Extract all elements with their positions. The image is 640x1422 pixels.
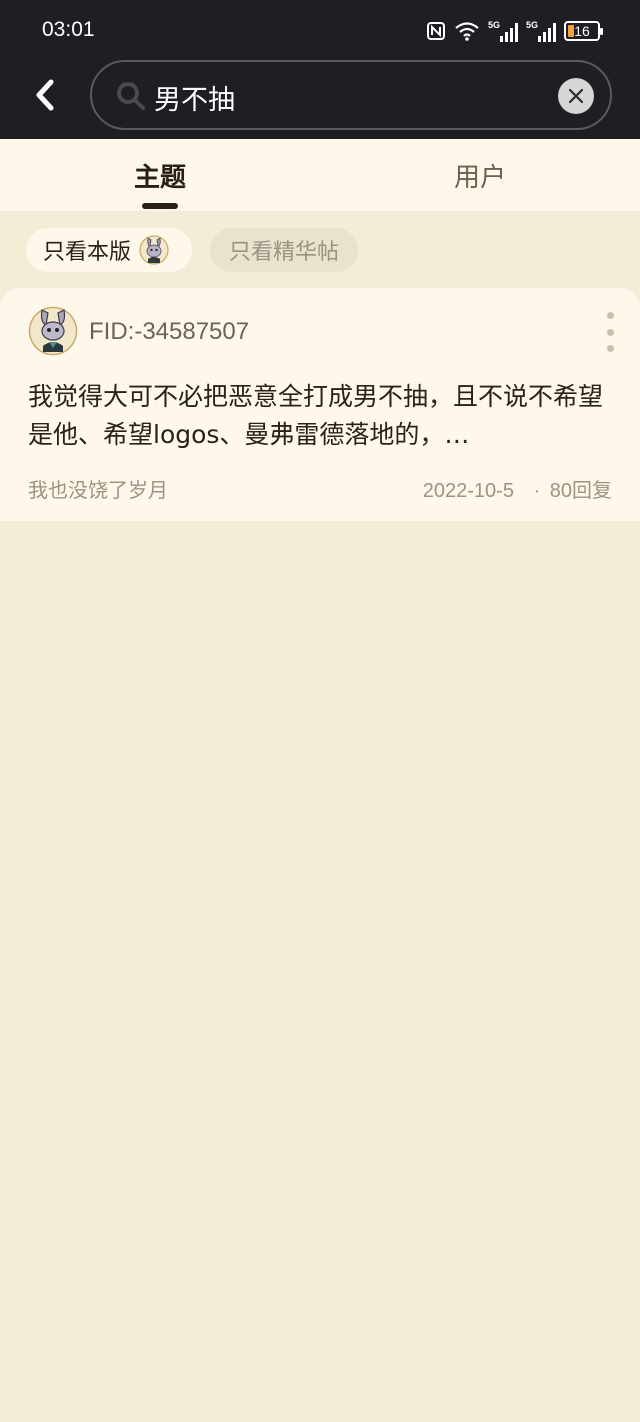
nfc-icon [427, 22, 445, 40]
close-icon [568, 88, 584, 104]
top-bar: 03:01 5G 5G 16 男不抽 [0, 0, 640, 139]
filter-this-forum-chip[interactable]: 只看本版 [26, 228, 192, 272]
post-meta: 2022-10-5 · 80回复 [423, 474, 612, 503]
filter-featured-chip[interactable]: 只看精华帖 [210, 228, 358, 272]
more-dot-icon [606, 328, 614, 336]
tab-bar: 主题 用户 [0, 139, 640, 211]
post-card[interactable]: FID:-34587507 我觉得大可不必把恶意全打成男不抽，且不说不希望是他、… [0, 288, 640, 521]
post-body-text[interactable]: 我觉得大可不必把恶意全打成男不抽，且不说不希望是他、希望logos、曼弗雷德落地… [28, 378, 618, 454]
tab-users[interactable]: 用户 [320, 139, 640, 211]
post-author-name[interactable]: FID:-34587507 [89, 318, 249, 346]
back-arrow-icon [36, 79, 54, 111]
more-dot-icon [606, 345, 614, 352]
battery-level: 16 [574, 23, 590, 39]
signal-icon-2: 5G [526, 20, 556, 42]
battery-icon: 16 [564, 21, 603, 41]
post-reply-count: 80回复 [549, 480, 612, 502]
wifi-icon [455, 22, 479, 41]
signal-label-1: 5G [488, 20, 500, 30]
post-forum-name[interactable]: 我也没饶了岁月 [28, 474, 168, 503]
signal-icon-1: 5G [488, 20, 518, 42]
post-date: 2022-10-5 [422, 480, 514, 502]
search-input[interactable]: 男不抽 [90, 60, 612, 130]
status-time: 03:01 [42, 18, 95, 41]
status-icons: 5G 5G 16 [426, 18, 603, 44]
clear-search-button[interactable] [558, 78, 594, 114]
filter-this-forum-label: 只看本版 [43, 240, 132, 265]
active-tab-indicator [142, 203, 178, 209]
forum-avatar-icon [139, 235, 169, 265]
back-button[interactable] [22, 72, 68, 118]
signal-label-2: 5G [526, 20, 538, 30]
more-dot-icon [606, 312, 614, 319]
meta-separator: · [533, 480, 541, 502]
search-icon [117, 82, 145, 110]
author-avatar[interactable] [28, 306, 78, 356]
more-options-button[interactable] [598, 312, 622, 352]
search-query[interactable]: 男不抽 [154, 78, 235, 117]
tab-topics[interactable]: 主题 [0, 139, 320, 211]
filter-row: 只看本版 只看精华帖 [0, 211, 640, 287]
